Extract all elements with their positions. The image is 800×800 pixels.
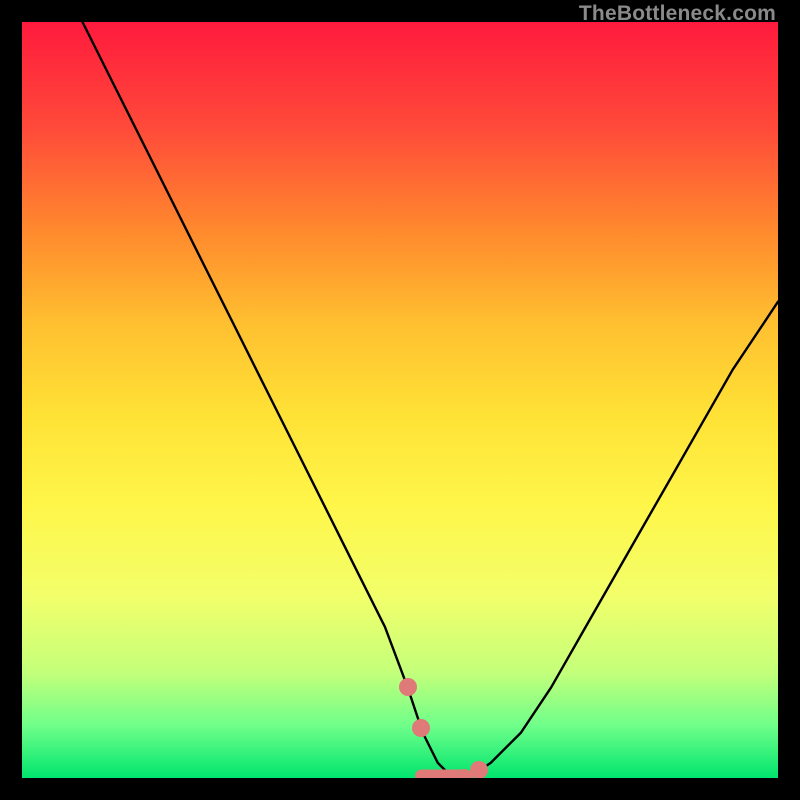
plot-area (22, 22, 778, 778)
chart-frame: TheBottleneck.com (0, 0, 800, 800)
curve-marker-dot (399, 678, 417, 696)
curve-marker-dot (470, 761, 488, 778)
bottleneck-curve (22, 22, 778, 778)
curve-marker-dot (412, 719, 430, 737)
curve-marker-bar (415, 769, 468, 778)
